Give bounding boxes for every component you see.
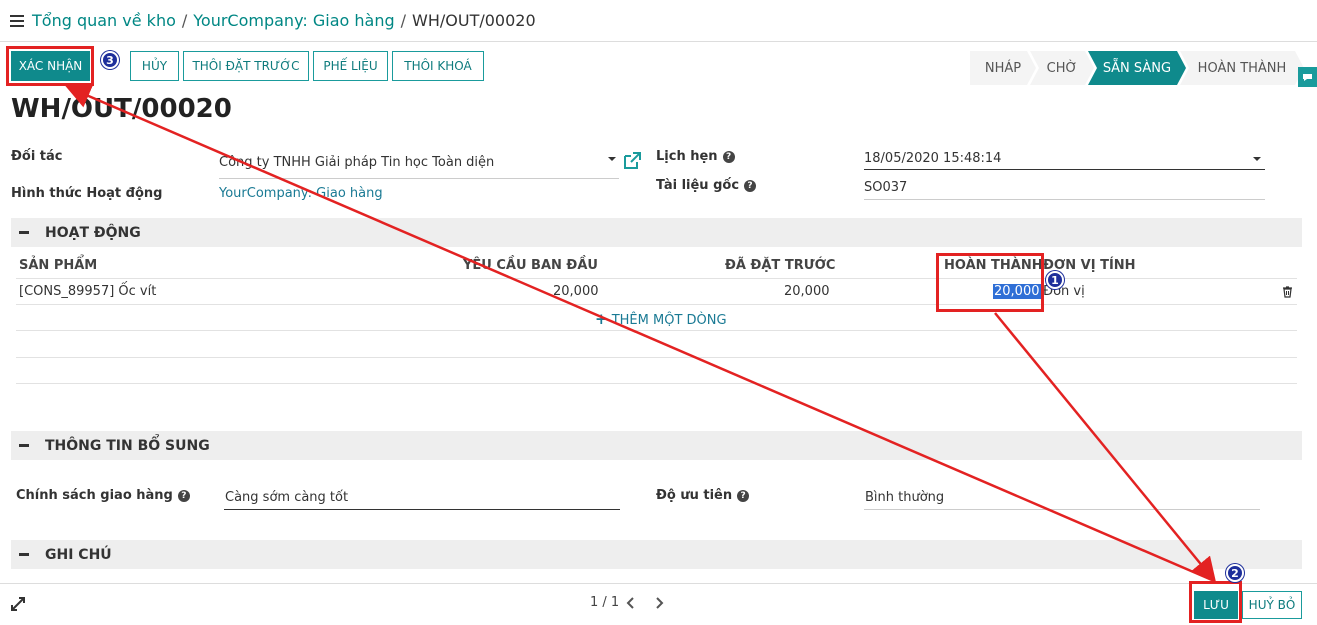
step-badge-1: 1 xyxy=(1046,271,1064,289)
step-badge-3: 3 xyxy=(101,51,119,69)
step-badge-2: 2 xyxy=(1226,564,1244,582)
annotation-arrows xyxy=(65,84,1217,583)
